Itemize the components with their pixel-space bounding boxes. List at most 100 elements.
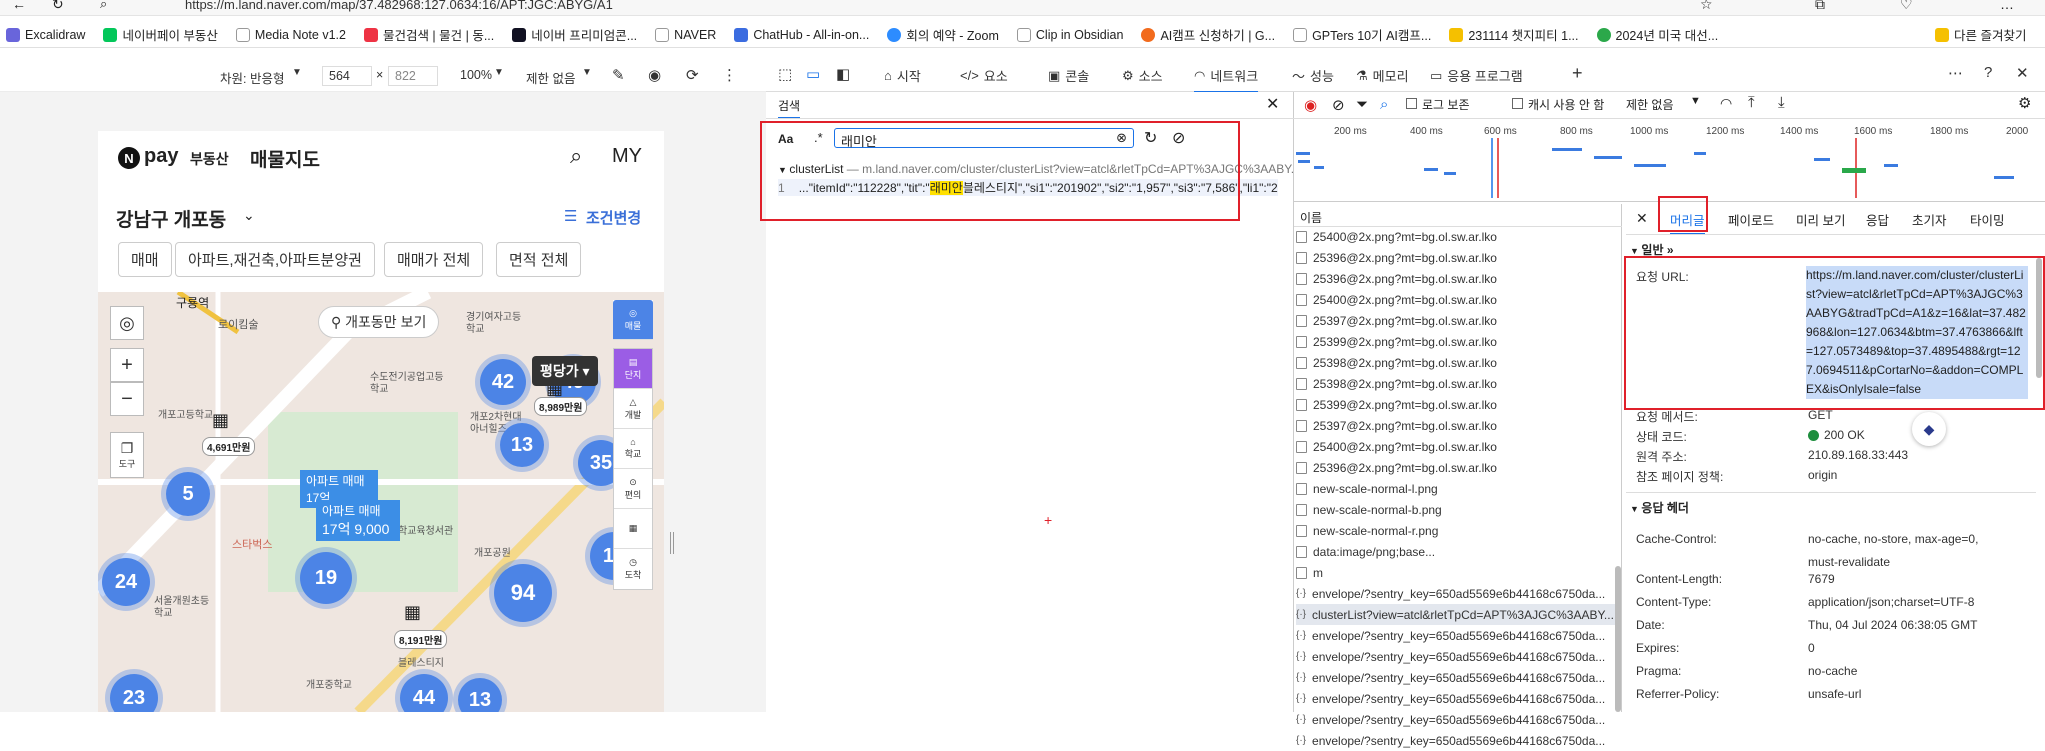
dimension-select[interactable]: 차원: 반응형 <box>220 68 284 87</box>
my-button[interactable]: MY <box>612 145 642 168</box>
scrollbar[interactable] <box>2036 258 2042 378</box>
zoom-select[interactable]: 100% <box>460 68 492 82</box>
request-row[interactable]: {·} envelope/?sentry_key=650ad5569e6b4416… <box>1296 583 1616 604</box>
network-overview[interactable]: 200 ms 400 ms 600 ms 800 ms 1000 ms 1200… <box>1294 120 2045 202</box>
close-icon[interactable]: ✕ <box>2016 64 2029 82</box>
tab-elements[interactable]: </> 요소 <box>960 66 1008 85</box>
filter-icon[interactable]: ⏷ <box>1356 96 1368 113</box>
rotate-icon[interactable]: ⟳ <box>686 66 699 84</box>
request-row[interactable]: {·} clusterList?view=atcl&rletTpCd=APT%3A… <box>1296 604 1616 625</box>
search-icon[interactable]: ⌕ <box>570 143 582 169</box>
request-url-value[interactable]: https://m.land.naver.com/cluster/cluster… <box>1806 266 2028 399</box>
throttle-select[interactable]: 제한 없음 <box>526 68 575 87</box>
disable-cache-checkbox[interactable] <box>1512 98 1523 109</box>
bookmark-item[interactable]: 231114 챗지피티 1... <box>1449 25 1579 44</box>
copilot-floating-icon[interactable]: ◆ <box>1912 412 1946 446</box>
response-headers-toggle[interactable]: ▼ 응답 헤더 <box>1630 499 1689 516</box>
scrollbar[interactable] <box>1615 566 1621 712</box>
tab-application[interactable]: ▭ 응용 프로그램 <box>1430 66 1523 85</box>
layer-commute[interactable]: ◷ 도착 <box>614 549 652 589</box>
close-icon[interactable]: ✕ <box>1636 210 1648 227</box>
request-row[interactable]: {·} envelope/?sentry_key=650ad5569e6b4416… <box>1296 730 1616 751</box>
url-text[interactable]: https://m.land.naver.com/map/37.482968:1… <box>185 0 613 12</box>
request-row[interactable]: 25399@2x.png?mt=bg.ol.sw.ar.lko <box>1296 331 1616 352</box>
add-tab-icon[interactable]: + <box>1572 63 1583 84</box>
width-input[interactable]: 564 <box>322 66 372 86</box>
filter-price[interactable]: 매매가 전체 <box>384 242 484 277</box>
bookmark-item[interactable]: AI캠프 신청하기 | G... <box>1141 25 1275 44</box>
layer-school[interactable]: ⌂ 학교 <box>614 429 652 469</box>
upload-icon[interactable]: ⤒ <box>1748 94 1755 111</box>
request-row[interactable]: 25396@2x.png?mt=bg.ol.sw.ar.lko <box>1296 268 1616 289</box>
more-icon[interactable]: ⋯ <box>1948 64 1963 82</box>
bookmark-item[interactable]: Media Note v1.2 <box>235 27 346 42</box>
tab-console[interactable]: ▣ 콘솔 <box>1048 66 1089 85</box>
location-select[interactable]: 강남구 개포동 <box>116 205 226 232</box>
tab-initiator[interactable]: 초기자 <box>1912 210 1947 229</box>
request-row[interactable]: 25400@2x.png?mt=bg.ol.sw.ar.lko <box>1296 436 1616 457</box>
request-row[interactable]: m <box>1296 562 1616 583</box>
help-icon[interactable]: ? <box>1984 64 1992 81</box>
tab-memory[interactable]: ⚗ 메모리 <box>1356 66 1409 85</box>
zoom-out-button[interactable]: − <box>110 382 144 416</box>
layer-convenience[interactable]: ⊙ 편의 <box>614 469 652 509</box>
condition-change-button[interactable]: 조건변경 <box>586 207 641 228</box>
cluster-marker[interactable]: 19 <box>300 552 352 604</box>
more-options-icon[interactable]: ⋮ <box>722 66 737 84</box>
resize-handle[interactable] <box>670 532 674 554</box>
filter-area[interactable]: 면적 전체 <box>496 242 582 277</box>
request-row[interactable]: 25397@2x.png?mt=bg.ol.sw.ar.lko <box>1296 310 1616 331</box>
favorite-icon[interactable]: ☆ <box>1700 0 1713 13</box>
bookmark-item[interactable]: 네이버페이 부동산 <box>103 25 218 44</box>
tab-response[interactable]: 응답 <box>1866 210 1889 229</box>
search-icon[interactable]: ⌕ <box>1380 96 1388 113</box>
height-input[interactable]: 822 <box>388 66 438 86</box>
bookmark-item[interactable]: NAVER <box>655 27 716 42</box>
tab-payload[interactable]: 페이로드 <box>1728 210 1774 229</box>
bookmark-item[interactable]: Excalidraw <box>6 27 85 42</box>
inspect-icon[interactable]: ⬚ <box>778 65 792 83</box>
filter-trade[interactable]: 매매 <box>118 242 172 277</box>
close-icon[interactable]: ✕ <box>1266 94 1279 114</box>
request-row[interactable]: 25398@2x.png?mt=bg.ol.sw.ar.lko <box>1296 373 1616 394</box>
request-row[interactable]: 25397@2x.png?mt=bg.ol.sw.ar.lko <box>1296 415 1616 436</box>
layer-complex[interactable]: ▤ 단지 <box>614 349 652 389</box>
request-row[interactable]: {·} envelope/?sentry_key=650ad5569e6b4416… <box>1296 688 1616 709</box>
request-row[interactable]: new-scale-normal-r.png <box>1296 520 1616 541</box>
bookmark-item[interactable]: 회의 예약 - Zoom <box>887 25 999 44</box>
zoom-in-button[interactable]: + <box>110 348 144 382</box>
request-row[interactable]: 25398@2x.png?mt=bg.ol.sw.ar.lko <box>1296 352 1616 373</box>
sidebar-icon[interactable]: ◧ <box>836 65 850 83</box>
download-icon[interactable]: ⤓ <box>1778 94 1785 111</box>
map-view[interactable]: 구룡역 로이킴술 경기여자고등학교 수도전기공업고등학교 개포고등학교 개포2차… <box>98 292 664 712</box>
layer-building[interactable]: ▦ <box>614 509 652 549</box>
bookmark-item[interactable]: 네이버 프리미엄콘... <box>512 25 637 44</box>
tab-network[interactable]: ◠ 네트워크 <box>1194 66 1259 93</box>
more-icon[interactable]: … <box>2000 0 2014 12</box>
request-row[interactable]: new-scale-normal-l.png <box>1296 478 1616 499</box>
tab-timing[interactable]: 타이밍 <box>1970 210 2005 229</box>
trade-marker[interactable]: 아파트 매매 17억 9,000 <box>316 500 400 541</box>
request-row[interactable]: new-scale-normal-b.png <box>1296 499 1616 520</box>
record-icon[interactable]: ◉ <box>1304 96 1317 114</box>
bookmark-item[interactable]: Clip in Obsidian <box>1016 27 1123 42</box>
vision-icon[interactable]: ◉ <box>648 66 661 84</box>
layer-development[interactable]: △ 개발 <box>614 389 652 429</box>
bookmark-item[interactable]: ChatHub - All-in-on... <box>734 27 869 42</box>
request-row[interactable]: {·} envelope/?sentry_key=650ad5569e6b4416… <box>1296 667 1616 688</box>
request-row[interactable]: 25399@2x.png?mt=bg.ol.sw.ar.lko <box>1296 394 1616 415</box>
back-icon[interactable]: ← <box>12 0 26 12</box>
eyedropper-icon[interactable]: ✎ <box>612 66 625 84</box>
request-row[interactable]: {·} envelope/?sentry_key=650ad5569e6b4416… <box>1296 646 1616 667</box>
address-bar[interactable]: ← ↻ ⌕ https://m.land.naver.com/map/37.48… <box>0 0 2045 16</box>
complex-price[interactable]: 8,989만원 <box>534 397 588 416</box>
tab-sources[interactable]: ⚙ 소스 <box>1122 66 1163 85</box>
request-row[interactable]: {·} envelope/?sentry_key=650ad5569e6b4416… <box>1296 625 1616 646</box>
search-tab[interactable]: 검색 <box>778 97 801 119</box>
request-row[interactable]: 25400@2x.png?mt=bg.ol.sw.ar.lko <box>1296 226 1616 247</box>
request-row[interactable]: data:image/png;base... <box>1296 541 1616 562</box>
network-conditions-icon[interactable]: ◠ <box>1720 95 1732 112</box>
price-per-pyeong-toggle[interactable]: 평당가 ▾ <box>532 356 598 386</box>
bookmark-item[interactable]: GPTers 10기 AI캠프... <box>1293 25 1431 44</box>
complex-price[interactable]: 4,691만원 <box>202 437 256 456</box>
